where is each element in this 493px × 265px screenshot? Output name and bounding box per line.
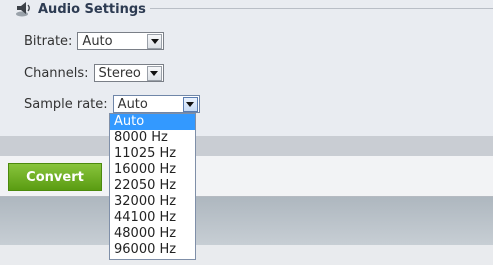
- chevron-down-icon: [150, 70, 159, 76]
- bitrate-dropdown-button[interactable]: [147, 33, 163, 49]
- sample-rate-option[interactable]: 16000 Hz: [110, 162, 195, 178]
- sample-rate-option[interactable]: 8000 Hz: [110, 130, 195, 146]
- sample-rate-option[interactable]: 96000 Hz: [110, 242, 195, 258]
- channels-row: Channels: Stereo: [24, 63, 164, 83]
- sample-rate-dropdown-button[interactable]: [182, 96, 198, 112]
- channels-label: Channels:: [24, 65, 89, 81]
- channels-dropdown-button[interactable]: [146, 65, 162, 81]
- bitrate-value: Auto: [82, 33, 113, 49]
- channels-select[interactable]: Stereo: [93, 64, 164, 82]
- footer-bar: [0, 245, 493, 265]
- bitrate-select[interactable]: Auto: [77, 32, 165, 50]
- audio-settings-panel: Audio Settings Bitrate: Auto Channels: S…: [0, 0, 493, 136]
- sample-rate-option[interactable]: Auto: [110, 114, 195, 130]
- sample-rate-label: Sample rate:: [24, 96, 108, 112]
- sample-rate-option[interactable]: 48000 Hz: [110, 226, 195, 242]
- section-title: Audio Settings: [38, 1, 146, 17]
- sample-rate-value: Auto: [117, 96, 148, 112]
- channels-value: Stereo: [98, 65, 141, 81]
- sample-rate-option[interactable]: 32000 Hz: [110, 194, 195, 210]
- sample-rate-options-list[interactable]: Auto 8000 Hz 11025 Hz 16000 Hz 22050 Hz 32000…: [109, 113, 196, 260]
- sample-rate-option[interactable]: 44100 Hz: [110, 210, 195, 226]
- legend-divider: [150, 8, 493, 9]
- bitrate-row: Bitrate: Auto: [24, 31, 165, 51]
- speaker-icon: [14, 0, 32, 18]
- sample-rate-select[interactable]: Auto: [112, 95, 200, 113]
- sample-rate-option[interactable]: 22050 Hz: [110, 178, 195, 194]
- lower-panel: [0, 197, 493, 245]
- chevron-down-icon: [186, 101, 195, 107]
- section-header: Audio Settings: [14, 0, 146, 18]
- convert-button[interactable]: Convert: [8, 163, 102, 191]
- sample-rate-option[interactable]: 11025 Hz: [110, 146, 195, 162]
- chevron-down-icon: [150, 38, 159, 44]
- panel-separator: [0, 136, 493, 156]
- bitrate-label: Bitrate:: [24, 33, 73, 49]
- sample-rate-row: Sample rate: Auto: [24, 94, 200, 114]
